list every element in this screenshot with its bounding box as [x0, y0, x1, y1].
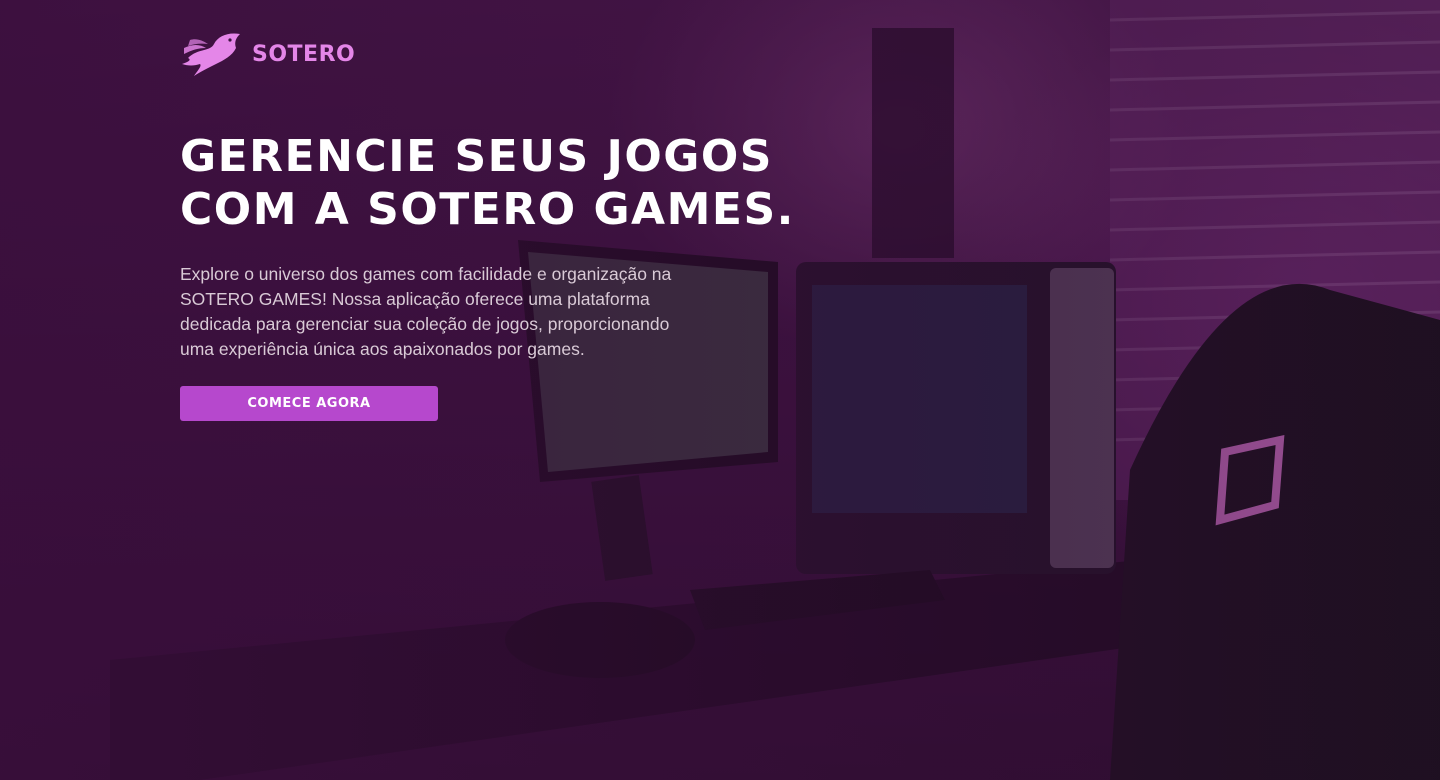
flame-bird-icon	[182, 33, 240, 76]
get-started-button[interactable]: COMECE AGORA	[180, 386, 438, 421]
hero-section: GERENCIE SEUS JOGOS COM A SOTERO GAMES. …	[180, 130, 820, 421]
hero-title: GERENCIE SEUS JOGOS COM A SOTERO GAMES.	[180, 130, 820, 236]
hero-title-line-2: COM A SOTERO GAMES.	[180, 184, 795, 235]
hero-title-line-1: GERENCIE SEUS JOGOS	[180, 131, 773, 182]
brand-header[interactable]: SOTERO	[180, 30, 355, 78]
brand-name: SOTERO	[252, 41, 356, 67]
hero-description: Explore o universo dos games com facilid…	[180, 264, 672, 359]
